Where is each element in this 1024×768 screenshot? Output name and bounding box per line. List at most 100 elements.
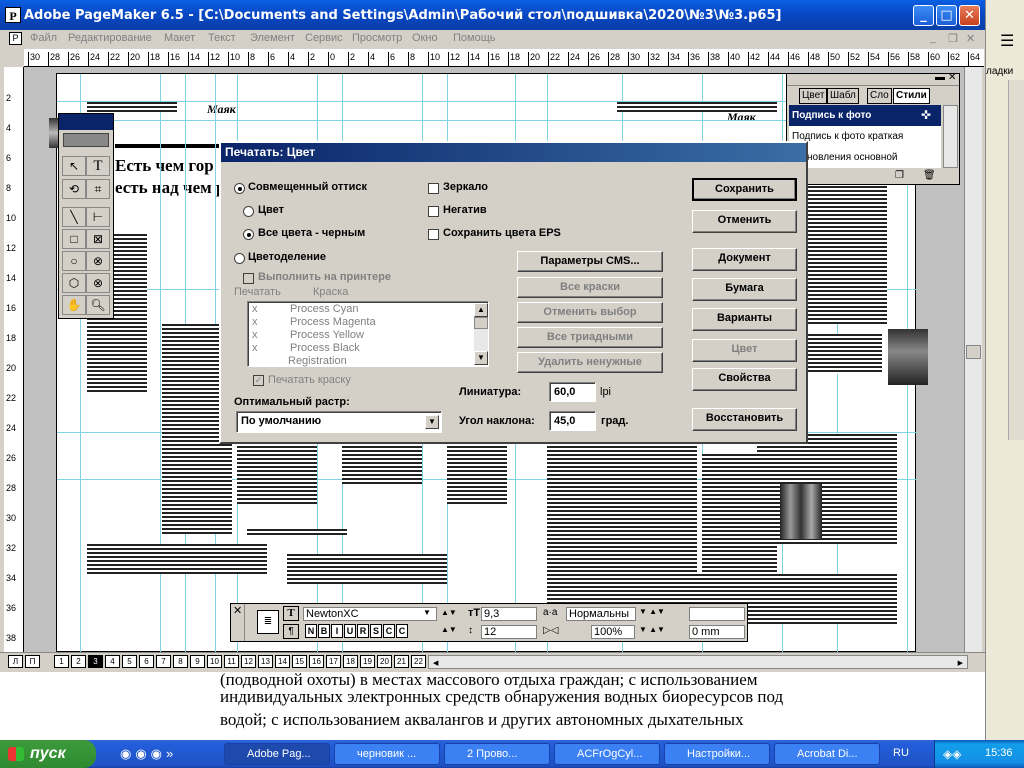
photo-image[interactable] [780,484,822,539]
remove-unused-button[interactable]: Удалить ненужные [517,352,663,373]
save-button[interactable]: Сохранить [692,178,797,201]
close-icon[interactable]: ✕ [233,604,242,617]
stepper-icon[interactable]: ▼ ▲▼ [639,607,665,616]
close-button[interactable]: ✕ [959,5,980,26]
tab-colors[interactable]: Цвет [799,88,828,104]
text-tool-icon[interactable]: T [86,156,110,176]
list-scrollbar[interactable] [474,317,488,351]
taskbar-item-draft[interactable]: черновик ... [334,743,440,765]
taskbar-item-acrobat[interactable]: Acrobat Di... [774,743,880,765]
polygon-tool-icon[interactable]: ⬡ [62,273,86,293]
page-icon[interactable]: 5 [122,655,137,668]
all-triad-button[interactable]: Все триадными [517,327,663,348]
palette-scrollbar[interactable] [943,105,958,168]
menu-item-help[interactable]: Помощь [453,32,496,44]
page-icon[interactable]: 8 [173,655,188,668]
options-button[interactable]: Варианты [692,308,797,331]
page-icon[interactable]: 7 [156,655,171,668]
horizontal-scrollbar[interactable]: ◀ ▶ [428,655,968,669]
separations-radio[interactable] [234,253,245,264]
quick-launch-icons[interactable]: ◉◉◉» [120,746,177,762]
type-style-button[interactable]: U [344,624,356,638]
menu-item-view[interactable]: Просмотр [352,32,402,44]
paragraph-view-icon[interactable]: ≣ [257,610,279,634]
zoom-tool-icon[interactable]: 🔍︎ [86,295,110,315]
chevron-down-icon[interactable]: ▼ [423,608,431,617]
revert-button[interactable]: Отменить выбор [517,302,663,323]
master-page-right-icon[interactable]: П [25,655,40,668]
page-icon[interactable]: 3 [88,655,103,668]
on-printer-checkbox[interactable] [243,273,254,284]
ink-row[interactable]: x Process Yellow [252,329,364,342]
leading-field[interactable]: 12 [481,625,537,639]
vertical-ruler[interactable]: 2 4 6 8 10 12 14 16 18 20 22 24 26 28 30 32 34 36 38 [4,67,24,652]
scroll-thumb[interactable] [474,317,488,329]
preserve-eps-checkbox[interactable] [428,229,439,240]
taskbar-item-pagemaker[interactable]: Adobe Pag... [224,743,330,765]
constrained-line-tool-icon[interactable]: ⊢ [86,207,110,227]
taskbar-item-browser[interactable]: ACFrOgCyl... [554,743,660,765]
ruling-field[interactable]: 60,0 [549,382,596,402]
minimize-button[interactable]: _ [913,5,934,26]
taskbar-item-settings[interactable]: Настройки... [664,743,770,765]
baseline-field[interactable] [689,607,745,621]
photo-image[interactable] [888,329,928,385]
ellipse-tool-icon[interactable]: ○ [62,251,86,271]
composite-radio[interactable] [234,183,245,194]
background-scrollbar[interactable] [1008,80,1024,440]
angle-field[interactable]: 45,0 [549,411,596,431]
title-bar[interactable]: P Adobe PageMaker 6.5 - [C:\Documents an… [0,0,985,30]
text-block[interactable] [757,434,897,544]
page-icon[interactable]: 21 [394,655,409,668]
trash-icon[interactable]: 🗑︎ [923,170,936,181]
toolbox-palette[interactable]: ↖ T ⟲ ⌗ ╲ ⊢ □ ⊠ ○ ⊗ ⬡ ⊗ ✋ 🔍︎ [58,113,114,319]
text-block[interactable] [622,434,697,574]
ink-list[interactable]: ▲ ▼ x Process Cyan x Process Magenta x Proces… [247,301,489,367]
page-icon[interactable]: 10 [207,655,222,668]
page-icon[interactable]: 13 [258,655,273,668]
scroll-thumb[interactable] [966,345,981,359]
stepper-icon[interactable]: ▼ ▲▼ [639,625,665,634]
menu-item-layout[interactable]: Макет [164,32,195,44]
ink-row[interactable]: Registration [252,355,347,368]
scroll-left-icon[interactable]: ◀ [433,659,438,667]
doc-restore-icon[interactable]: ❐ [948,32,958,45]
color-button[interactable]: Цвет [692,339,797,362]
font-size-field[interactable]: 9,3 [481,607,537,621]
character-view-icon[interactable]: T [283,606,299,621]
dialog-title[interactable]: Печатать: Цвет [221,143,806,162]
menu-item-file[interactable]: Файл [30,32,57,44]
text-block[interactable] [287,554,447,584]
optimal-screen-select[interactable]: По умолчанию [236,411,442,433]
ellipse-frame-tool-icon[interactable]: ⊗ [86,251,110,271]
type-style-button[interactable]: C [383,624,395,638]
kerning-field[interactable]: 0 mm [689,625,745,639]
page-icon[interactable]: 15 [292,655,307,668]
paper-button[interactable]: Бумага [692,278,797,301]
tray-icons[interactable]: ◈◈ [943,747,961,761]
style-item[interactable]: становления основной [789,147,941,168]
polygon-frame-tool-icon[interactable]: ⊗ [86,273,110,293]
style-item[interactable]: Подпись к фото [789,105,941,126]
menu-icon[interactable]: ☰ [1000,34,1016,50]
document-button[interactable]: Документ [692,248,797,271]
page-icon[interactable]: 16 [309,655,324,668]
control-palette[interactable]: ✕ ≣ T ¶ NewtonXC ▼ NBIURSCC ▲▼ ᴛT 9,3 ▲▼… [230,603,748,642]
pointer-tool-icon[interactable]: ↖ [62,156,86,176]
horizontal-ruler[interactable]: 30 28 26 24 22 20 18 16 14 12 10 8 6 4 2 0 2 4 6 8 10 12 14 16 1… [24,49,984,67]
ink-row[interactable]: x Process Cyan [252,303,358,316]
style-item[interactable]: Подпись к фото краткая [789,126,941,147]
paragraph-icon[interactable]: ¶ [283,624,299,639]
scroll-down-icon[interactable]: ▼ [474,351,488,365]
page-icon[interactable]: 18 [343,655,358,668]
page-icon[interactable]: 2 [71,655,86,668]
maximize-button[interactable]: □ [936,5,957,26]
scroll-up-icon[interactable]: ▲ [474,303,488,317]
type-style-button[interactable]: C [396,624,408,638]
styles-palette[interactable]: ▬ ✕ Цвет Шабл Сло Стили Подпись к фото ✜… [786,72,960,185]
page-icon[interactable]: 6 [139,655,154,668]
menu-item-utilities[interactable]: Сервис [305,32,343,44]
menu-item-element[interactable]: Элемент [250,32,295,44]
taskbar-item-explorer[interactable]: 2 Прово... [444,743,550,765]
ink-row[interactable]: x Process Black [252,342,360,355]
